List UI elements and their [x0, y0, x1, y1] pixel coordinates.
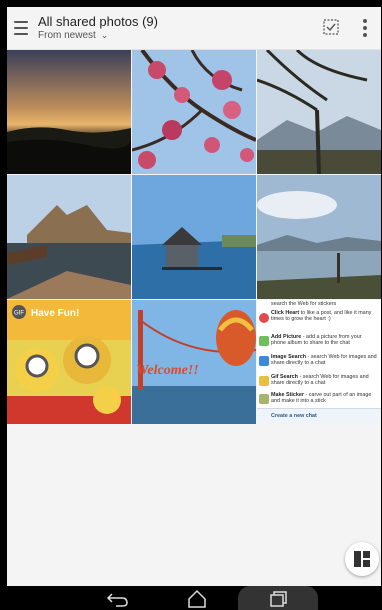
make-sticker-icon: [259, 394, 269, 404]
photo-lake-shore[interactable]: [257, 175, 381, 299]
photo-plum-blossom[interactable]: [132, 50, 256, 174]
bridge-caption: Welcome!!: [136, 363, 199, 378]
menu-icon[interactable]: [14, 21, 28, 35]
photo-lake-house[interactable]: [132, 175, 256, 299]
system-navigation-bar: [0, 586, 382, 610]
chevron-down-icon: ⌄: [100, 30, 109, 40]
image-search-icon: [259, 356, 269, 366]
chat-help-item: Gif Search - search Web for images and s…: [271, 374, 369, 387]
photo-bridge-balloon[interactable]: Welcome!!: [132, 300, 256, 424]
chat-help-item: Make Sticker - carve out part of an imag…: [271, 392, 372, 405]
select-all-icon[interactable]: [323, 19, 339, 35]
app-bar: All shared photos (9) From newest ⌄: [7, 7, 381, 50]
gif-badge-label: GIF: [14, 311, 24, 317]
chat-help-item: Image Search - search Web for images and…: [271, 354, 377, 367]
sort-label: From newest: [38, 30, 96, 41]
chat-help-item: Click Heart to like a post, and like it …: [271, 310, 372, 323]
page-title: All shared photos (9): [38, 14, 158, 29]
photo-gif-minions[interactable]: GIF Have Fun!: [7, 300, 131, 424]
photo-chat-help-screenshot[interactable]: search the Web for stickers Click Heart …: [257, 300, 381, 424]
chat-top-text: search the Web for stickers: [271, 301, 337, 307]
sort-dropdown[interactable]: From newest ⌄: [38, 30, 108, 41]
photo-harbor-castle[interactable]: [7, 175, 131, 299]
photo-mountain-tree[interactable]: [257, 50, 381, 174]
chat-help-item: Add Picture - add a picture from your ph…: [271, 334, 362, 347]
gif-caption: Have Fun!: [31, 308, 79, 319]
heart-icon: [259, 313, 269, 323]
grid-layout-icon: [354, 551, 370, 567]
home-icon[interactable]: [177, 586, 217, 610]
gif-search-icon: [259, 376, 269, 386]
photo-sunset[interactable]: [7, 50, 131, 174]
add-picture-icon: [259, 336, 269, 346]
chat-bottom-text: Create a new chat: [271, 413, 317, 419]
gallery-screen: All shared photos (9) From newest ⌄ GIF …: [7, 7, 381, 586]
more-options-icon[interactable]: [363, 19, 367, 37]
back-icon[interactable]: [98, 586, 138, 610]
recent-apps-icon[interactable]: [258, 586, 298, 610]
layout-toggle-button[interactable]: [345, 542, 379, 576]
